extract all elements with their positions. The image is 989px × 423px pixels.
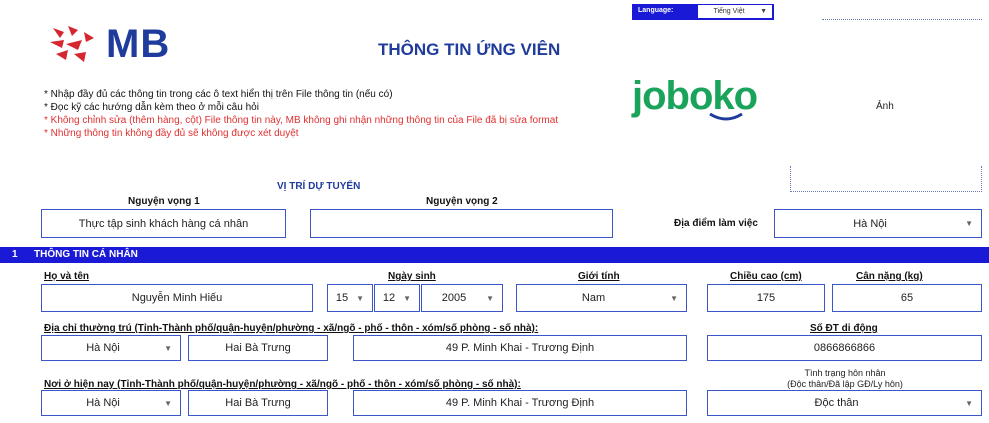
chevron-down-icon: ▼	[486, 293, 494, 303]
choice2-label: Nguyện vọng 2	[426, 196, 498, 207]
dob-month-value: 12	[382, 292, 396, 304]
phone-value: 0866866866	[813, 342, 876, 354]
gender-select[interactable]: Nam ▼	[516, 284, 687, 312]
fullname-input[interactable]: Nguyễn Minh Hiếu	[41, 284, 313, 312]
current-district-value: Hai Bà Trưng	[225, 397, 291, 409]
height-label: Chiều cao (cm)	[730, 271, 802, 282]
dob-year-select[interactable]: 2005 ▼	[421, 284, 503, 312]
chevron-down-icon: ▼	[670, 293, 678, 303]
fullname-label: Họ và tên	[44, 271, 90, 282]
current-province-select[interactable]: Hà Nội ▼	[41, 390, 181, 416]
dob-label: Ngày sinh	[388, 271, 436, 282]
language-select[interactable]: Tiếng Việt ▼	[698, 5, 772, 18]
choice2-input[interactable]	[310, 209, 613, 238]
page-title: THÔNG TIN ỨNG VIÊN	[378, 40, 561, 59]
joboko-logo: joboko	[632, 76, 772, 126]
permanent-address-label: Địa chỉ thường trú (Tỉnh-Thành phố/quận-…	[44, 323, 539, 334]
dob-day-value: 15	[335, 292, 349, 304]
phone-label: Số ĐT di động	[810, 323, 878, 334]
marital-label-line2: (Độc thân/Đã lập GĐ/Ly hôn)	[787, 379, 903, 389]
permanent-street-input[interactable]: 49 P. Minh Khai - Trương Định	[353, 335, 687, 361]
language-label: Language:	[638, 7, 674, 14]
position-heading: VỊ TRÍ DỰ TUYỂN	[277, 181, 361, 192]
workplace-value: Hà Nội	[853, 217, 887, 230]
current-province-value: Hà Nội	[86, 397, 120, 409]
marital-value: Độc thân	[814, 397, 859, 409]
note-1: * Nhập đầy đủ các thông tin trong các ô …	[44, 89, 393, 100]
dob-month-select[interactable]: 12 ▼	[374, 284, 420, 312]
chevron-down-icon: ▼	[965, 398, 973, 408]
language-bar: Language: Tiếng Việt ▼	[632, 4, 774, 20]
language-value: Tiếng Việt	[713, 8, 745, 15]
permanent-street-value: 49 P. Minh Khai - Trương Định	[445, 342, 595, 354]
marital-select[interactable]: Độc thân ▼	[707, 390, 982, 416]
photo-box[interactable]	[790, 166, 982, 192]
phone-input[interactable]: 0866866866	[707, 335, 982, 361]
permanent-district-input[interactable]: Hai Bà Trưng	[188, 335, 328, 361]
mb-wordmark: MB	[106, 22, 171, 66]
weight-value: 65	[900, 292, 914, 304]
chevron-down-icon: ▼	[356, 293, 364, 303]
dob-day-select[interactable]: 15 ▼	[327, 284, 373, 312]
current-address-label: Nơi ở hiện nay (Tỉnh-Thành phố/quận-huyệ…	[44, 379, 521, 390]
mb-logo: MB	[48, 22, 188, 66]
choice1-input[interactable]: Thực tập sinh khách hàng cá nhân	[41, 209, 286, 238]
marital-label-line1: Tình trạng hôn nhân	[804, 368, 886, 378]
marital-label: Tình trạng hôn nhân (Độc thân/Đã lập GĐ/…	[760, 368, 930, 390]
gender-label: Giới tính	[578, 271, 620, 282]
photo-label: Ảnh	[876, 101, 894, 112]
dob-year-value: 2005	[441, 292, 467, 304]
permanent-district-value: Hai Bà Trưng	[225, 342, 291, 354]
choice1-value: Thực tập sinh khách hàng cá nhân	[78, 217, 249, 230]
chevron-down-icon: ▼	[164, 343, 172, 353]
chevron-down-icon: ▼	[760, 8, 767, 15]
section-bar: 1 THÔNG TIN CÁ NHÂN	[0, 247, 989, 263]
chevron-down-icon: ▼	[164, 398, 172, 408]
current-street-input[interactable]: 49 P. Minh Khai - Trương Định	[353, 390, 687, 416]
fullname-value: Nguyễn Minh Hiếu	[131, 292, 223, 304]
workplace-select[interactable]: Hà Nội ▼	[774, 209, 982, 238]
current-district-input[interactable]: Hai Bà Trưng	[188, 390, 328, 416]
permanent-province-select[interactable]: Hà Nội ▼	[41, 335, 181, 361]
choice1-label: Nguyện vọng 1	[128, 196, 200, 207]
gender-value: Nam	[581, 292, 606, 304]
smile-icon	[709, 112, 743, 121]
height-input[interactable]: 175	[707, 284, 825, 312]
mb-star-icon	[50, 26, 94, 62]
note-2: * Đọc kỹ các hướng dẫn kèm theo ở mỗi câ…	[44, 102, 259, 113]
weight-label: Cân nặng (kg)	[856, 271, 923, 282]
workplace-label: Địa điểm làm việc	[674, 218, 758, 229]
header-dotted-line	[822, 19, 982, 20]
current-street-value: 49 P. Minh Khai - Trương Định	[445, 397, 595, 409]
note-4: * Những thông tin không đầy đủ sẽ không …	[44, 128, 299, 139]
permanent-province-value: Hà Nội	[86, 342, 120, 354]
weight-input[interactable]: 65	[832, 284, 982, 312]
chevron-down-icon: ▼	[965, 219, 973, 228]
section-number: 1	[12, 249, 18, 260]
chevron-down-icon: ▼	[403, 293, 411, 303]
height-value: 175	[756, 292, 776, 304]
section-title: THÔNG TIN CÁ NHÂN	[34, 249, 138, 260]
note-3: * Không chỉnh sửa (thêm hàng, cột) File …	[44, 115, 559, 126]
